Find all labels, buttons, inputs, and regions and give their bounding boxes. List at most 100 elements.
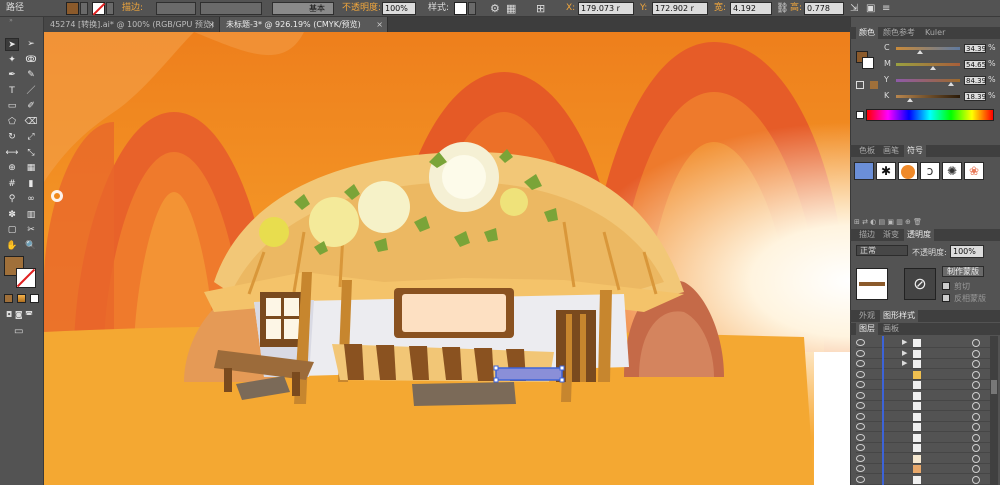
recolor-icon[interactable]: ⚙	[490, 2, 500, 15]
tab-appearance[interactable]: 外观	[856, 310, 878, 322]
layer-row[interactable]	[856, 454, 994, 464]
close-icon[interactable]: ×	[208, 17, 215, 32]
none-button[interactable]	[30, 294, 39, 303]
symbol-splatter[interactable]: ✱	[876, 162, 896, 180]
channel-slider-c[interactable]	[896, 47, 960, 54]
eye-icon[interactable]	[856, 360, 865, 367]
direct-selection-tool[interactable]: ➢	[24, 38, 38, 51]
rectangle-tool[interactable]: ▭	[5, 100, 19, 113]
opacity-label[interactable]: 不透明度:	[342, 2, 381, 15]
column-graph-tool[interactable]: ▥	[24, 209, 38, 222]
tab-document-1[interactable]: 45274 [转换].ai* @ 100% (RGB/GPU 预览) ×	[44, 17, 220, 32]
channel-value-m[interactable]: 54.65	[964, 60, 986, 69]
target-icon[interactable]	[972, 381, 980, 389]
channel-slider-m[interactable]	[896, 63, 960, 70]
layer-row[interactable]	[856, 412, 994, 422]
tab-artboards[interactable]: 画板	[880, 323, 902, 335]
clip-checkbox[interactable]	[942, 282, 950, 290]
height-field[interactable]: 0.778 mm	[804, 2, 844, 24]
eye-icon[interactable]	[856, 454, 865, 462]
symbol-flower[interactable]: ❀	[964, 162, 984, 180]
layer-row[interactable]	[856, 422, 994, 432]
eye-icon[interactable]	[856, 444, 865, 451]
slice-tool[interactable]: ✂	[24, 224, 38, 237]
stroke-swatch[interactable]	[92, 2, 105, 15]
layer-row[interactable]	[856, 370, 994, 380]
symbol-gear[interactable]: ✺	[942, 162, 962, 180]
symbol-blue-banner[interactable]	[854, 162, 874, 180]
target-icon[interactable]	[972, 433, 980, 442]
tab-gradient[interactable]: 渐变	[880, 229, 902, 241]
layers-scrollbar[interactable]	[990, 336, 998, 485]
tab-swatches[interactable]: 色板	[856, 145, 878, 157]
paintbrush-tool[interactable]: ✐	[24, 100, 38, 113]
expand-triangle-icon[interactable]: ▶	[902, 359, 907, 367]
artboard-canvas[interactable]	[44, 32, 850, 485]
eye-icon[interactable]	[856, 433, 865, 441]
shape-builder-tool[interactable]: ⊕	[5, 162, 19, 175]
eraser-tool[interactable]: ⌫	[24, 116, 38, 129]
tab-kuler[interactable]: Kuler	[922, 27, 948, 39]
layer-row[interactable]	[856, 475, 994, 485]
tab-color-guide[interactable]: 颜色参考	[880, 27, 918, 39]
target-icon[interactable]	[972, 475, 980, 484]
channel-value-y[interactable]: 84.39	[964, 76, 986, 85]
tab-layers[interactable]: 图层	[856, 323, 878, 335]
target-icon[interactable]	[972, 465, 980, 473]
target-icon[interactable]	[972, 423, 980, 431]
slider-knob[interactable]	[948, 82, 955, 86]
layer-row[interactable]	[856, 443, 994, 453]
isolate-icon[interactable]: ▣	[866, 2, 875, 15]
eye-icon[interactable]	[856, 370, 865, 378]
graphic-style-swatch[interactable]	[454, 2, 467, 15]
shaper-tool[interactable]: ⬠	[5, 116, 19, 129]
collapse-icon[interactable]: »	[4, 17, 18, 25]
target-icon[interactable]	[972, 349, 980, 358]
variable-width-profile[interactable]	[200, 2, 262, 15]
width-field[interactable]: 4.192 mm	[730, 2, 772, 24]
layer-row[interactable]	[856, 433, 994, 443]
scale-tool[interactable]: ⤢	[24, 131, 38, 144]
target-icon[interactable]	[972, 454, 980, 463]
perspective-grid-tool[interactable]: ▦	[24, 162, 38, 175]
line-tool[interactable]: ／	[24, 85, 38, 98]
lasso-tool[interactable]: ↂ	[24, 54, 38, 67]
pen-tool[interactable]: ✒	[5, 69, 19, 82]
selection-tool[interactable]: ➤	[5, 38, 19, 51]
eye-icon[interactable]	[856, 391, 865, 399]
tab-graphic-styles[interactable]: 图形样式	[880, 310, 918, 322]
curvature-tool[interactable]: ✎	[24, 69, 38, 82]
panel-menu-icon[interactable]: ≡	[882, 2, 890, 15]
eye-icon[interactable]	[856, 349, 865, 357]
scroll-thumb[interactable]	[991, 380, 997, 394]
stroke-weight-field[interactable]	[156, 2, 196, 15]
gradient-tool[interactable]: ▮	[24, 178, 38, 191]
blend-mode-select[interactable]: 正常	[856, 245, 908, 256]
transform-icon[interactable]: ⇲	[850, 2, 858, 15]
out-of-gamut-icon[interactable]	[856, 81, 864, 89]
panel-stroke-swatch[interactable]	[862, 57, 874, 69]
graphic-style-dropdown[interactable]	[468, 2, 476, 15]
stroke-label[interactable]: 描边:	[122, 2, 143, 15]
opacity-field[interactable]: 100%	[382, 2, 416, 15]
magic-wand-tool[interactable]: ✦	[5, 54, 19, 67]
layer-row[interactable]: ▶	[856, 359, 994, 369]
invert-mask-checkbox[interactable]	[942, 294, 950, 302]
expand-triangle-icon[interactable]: ▶	[902, 349, 907, 357]
none-swatch[interactable]	[856, 111, 864, 119]
target-icon[interactable]	[972, 370, 980, 379]
screen-mode-icon[interactable]: ▭	[14, 326, 23, 337]
zoom-tool[interactable]: 🔍	[24, 240, 38, 253]
spectrum-bar[interactable]	[866, 109, 994, 121]
channel-slider-k[interactable]	[896, 95, 960, 102]
color-button[interactable]	[4, 294, 13, 303]
eye-icon[interactable]	[856, 402, 865, 409]
layer-row[interactable]	[856, 464, 994, 474]
fill-stroke-widget[interactable]	[4, 256, 38, 288]
reference-point-icon[interactable]: ⊞	[536, 2, 545, 15]
align-icon[interactable]: ▦	[506, 2, 516, 15]
brush-definition-dropdown[interactable]: 基本	[272, 2, 334, 15]
layer-row[interactable]: ▶	[856, 338, 994, 348]
fill-dropdown[interactable]	[80, 2, 88, 15]
tab-document-2[interactable]: 未标题-3* @ 926.19% (CMYK/预览) ×	[220, 17, 388, 32]
